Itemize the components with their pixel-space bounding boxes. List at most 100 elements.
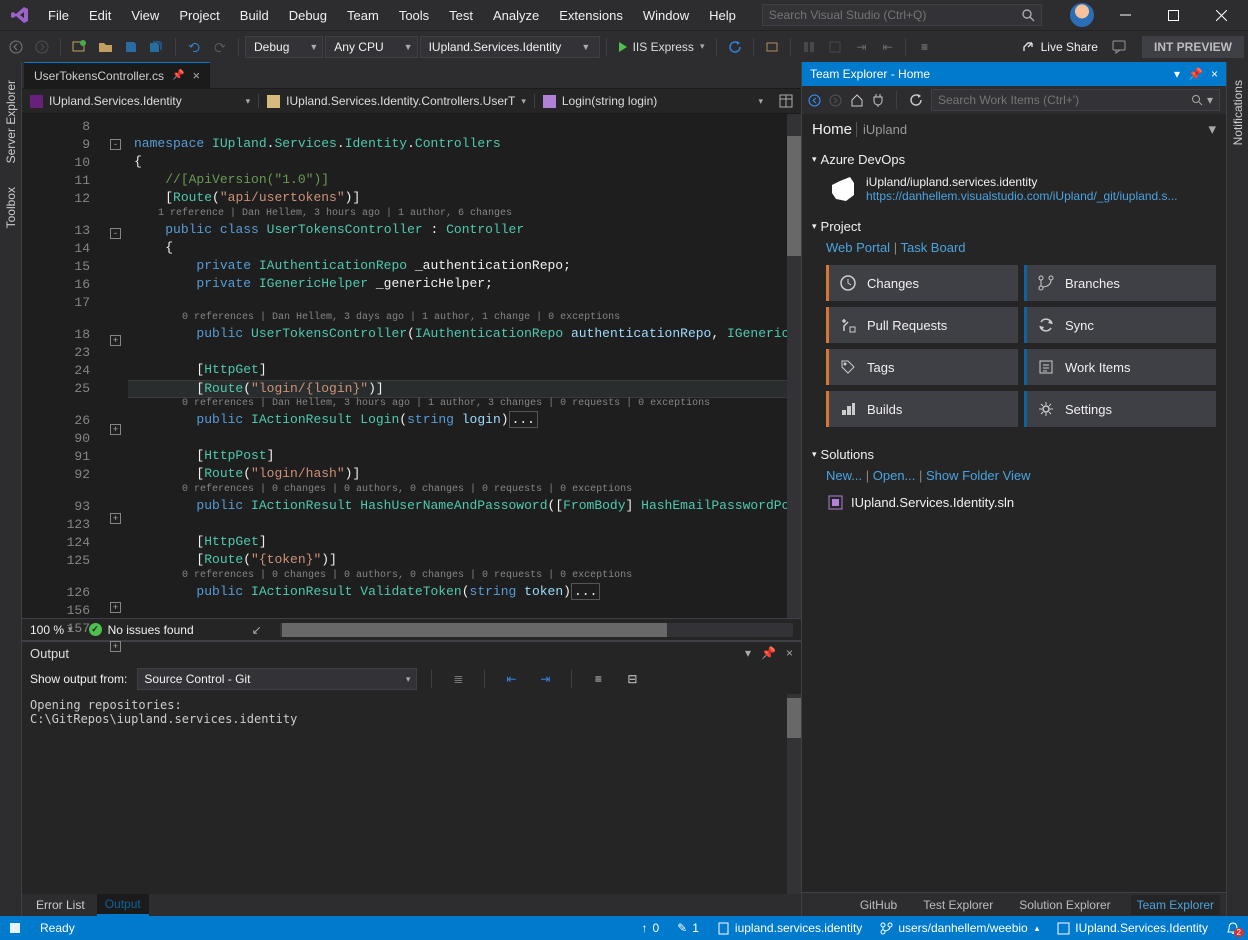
startup-dropdown[interactable]: IUpland.Services.Identity▼ — [420, 36, 600, 58]
tile-work-items[interactable]: Work Items — [1024, 349, 1216, 385]
issues-indicator[interactable]: ✓No issues found — [81, 623, 202, 637]
unpushed-commits[interactable]: ↑0 — [641, 921, 659, 935]
panel-tab-test-explorer[interactable]: Test Explorer — [917, 895, 999, 915]
wrap-icon[interactable]: ≡ — [586, 667, 610, 691]
pin-icon[interactable]: 📌 — [761, 646, 776, 660]
pending-changes[interactable]: ✎1 — [677, 921, 699, 935]
forward-icon[interactable] — [829, 94, 842, 107]
code-body[interactable]: namespace IUpland.Services.Identity.Cont… — [128, 114, 801, 618]
undo-icon[interactable] — [182, 35, 206, 59]
split-icon[interactable] — [771, 94, 801, 108]
close-icon[interactable]: × — [786, 646, 793, 660]
menu-help[interactable]: Help — [699, 4, 746, 27]
nav-back-icon[interactable] — [4, 35, 28, 59]
code-editor[interactable]: 8910111213141516171823242526909192931231… — [22, 114, 801, 618]
menu-build[interactable]: Build — [230, 4, 279, 27]
work-item-search[interactable]: ▾ — [931, 89, 1220, 111]
server-explorer-tab[interactable]: Server Explorer — [2, 70, 20, 173]
fold-toggle[interactable]: + — [110, 641, 121, 652]
menu-analyze[interactable]: Analyze — [483, 4, 549, 27]
menu-debug[interactable]: Debug — [279, 4, 337, 27]
feedback-icon[interactable] — [1108, 35, 1132, 59]
panel-tab-team-explorer[interactable]: Team Explorer — [1131, 895, 1220, 915]
output-source-dropdown[interactable]: Source Control - Git▾ — [137, 668, 417, 690]
tile-branches[interactable]: Branches — [1024, 265, 1216, 301]
fold-toggle[interactable]: - — [110, 139, 121, 150]
fold-toggle[interactable]: + — [110, 513, 121, 524]
nav-class[interactable]: IUpland.Services.Identity.Controllers.Us… — [258, 94, 534, 108]
panel-tab-solution-explorer[interactable]: Solution Explorer — [1013, 895, 1116, 915]
dropdown-icon[interactable]: ▾ — [745, 646, 751, 660]
horizontal-scrollbar[interactable] — [280, 623, 793, 637]
platform-dropdown[interactable]: Any CPU▼ — [325, 36, 417, 58]
fold-toggle[interactable]: + — [110, 335, 121, 346]
tile-pull-requests[interactable]: Pull Requests — [826, 307, 1018, 343]
menu-tools[interactable]: Tools — [389, 4, 439, 27]
notifications-button[interactable]: 2 — [1226, 921, 1240, 935]
quick-launch-input[interactable] — [769, 8, 1022, 22]
new-project-icon[interactable] — [67, 35, 91, 59]
save-icon[interactable] — [119, 35, 143, 59]
outdent-icon[interactable]: ⇥ — [533, 667, 557, 691]
menu-test[interactable]: Test — [439, 4, 483, 27]
output-scrollbar[interactable] — [787, 694, 801, 894]
branch-indicator[interactable]: users/danhellem/weebio▴ — [880, 921, 1039, 935]
toolbox-tab[interactable]: Toolbox — [2, 177, 20, 238]
config-dropdown[interactable]: Debug▼ — [245, 36, 323, 58]
home-icon[interactable] — [850, 93, 864, 107]
nav-project[interactable]: IUpland.Services.Identity▾ — [22, 94, 258, 108]
repo-indicator[interactable]: iupland.services.identity — [717, 921, 862, 935]
menu-view[interactable]: View — [121, 4, 169, 27]
close-icon[interactable]: × — [193, 68, 201, 83]
web-portal-link[interactable]: Web Portal — [826, 240, 890, 255]
clear-icon[interactable]: ≣ — [446, 667, 470, 691]
devops-url-link[interactable]: https://danhellem.visualstudio.com/iUpla… — [866, 189, 1178, 203]
save-all-icon[interactable] — [145, 35, 169, 59]
nav-method[interactable]: Login(string login)▾ — [534, 94, 771, 108]
close-button[interactable] — [1204, 3, 1238, 27]
live-share-button[interactable]: Live Share — [1013, 40, 1106, 54]
chevron-down-icon[interactable]: ▾ — [1208, 120, 1216, 138]
redo-icon[interactable] — [208, 35, 232, 59]
menu-file[interactable]: File — [38, 4, 79, 27]
tile-settings[interactable]: Settings — [1024, 391, 1216, 427]
tile-sync[interactable]: Sync — [1024, 307, 1216, 343]
output-tab[interactable]: Output — [97, 894, 149, 916]
menu-project[interactable]: Project — [169, 4, 229, 27]
output-body[interactable]: Opening repositories: C:\GitRepos\iuplan… — [22, 694, 801, 894]
panel-tab-github[interactable]: GitHub — [854, 895, 903, 915]
open-solution-link[interactable]: Open... — [873, 468, 916, 483]
menu-edit[interactable]: Edit — [79, 4, 121, 27]
minimize-button[interactable] — [1108, 3, 1142, 27]
run-button[interactable]: IIS Express▾ — [613, 40, 711, 54]
menu-window[interactable]: Window — [633, 4, 699, 27]
back-icon[interactable] — [808, 94, 821, 107]
tile-builds[interactable]: Builds — [826, 391, 1018, 427]
tile-changes[interactable]: Changes — [826, 265, 1018, 301]
attach-icon[interactable] — [760, 35, 784, 59]
fold-toggle[interactable]: + — [110, 602, 121, 613]
pin-icon[interactable]: 📌 — [1188, 67, 1203, 81]
fold-column[interactable]: --+++++ — [110, 114, 128, 618]
indent-icon[interactable]: ⇤ — [499, 667, 523, 691]
solution-indicator[interactable]: IUpland.Services.Identity — [1057, 921, 1208, 935]
user-avatar[interactable] — [1070, 3, 1094, 27]
solution-item[interactable]: IUpland.Services.Identity.sln — [812, 491, 1216, 514]
pin-icon[interactable]: 📌 — [172, 70, 184, 81]
menu-extensions[interactable]: Extensions — [549, 4, 633, 27]
list-icon[interactable]: ≡ — [912, 35, 936, 59]
show-folder-link[interactable]: Show Folder View — [926, 468, 1031, 483]
fold-toggle[interactable]: - — [110, 228, 121, 239]
document-tab[interactable]: UserTokensController.cs 📌 × — [24, 62, 210, 88]
browser-refresh-icon[interactable] — [723, 35, 747, 59]
open-icon[interactable] — [93, 35, 117, 59]
task-board-link[interactable]: Task Board — [900, 240, 965, 255]
notifications-tab[interactable]: Notifications — [1229, 70, 1247, 155]
nav-fwd-icon[interactable] — [30, 35, 54, 59]
menu-team[interactable]: Team — [337, 4, 389, 27]
tile-tags[interactable]: Tags — [826, 349, 1018, 385]
new-solution-link[interactable]: New... — [826, 468, 862, 483]
fold-toggle[interactable]: + — [110, 424, 121, 435]
close-icon[interactable]: × — [1211, 67, 1218, 81]
error-list-tab[interactable]: Error List — [28, 895, 93, 915]
